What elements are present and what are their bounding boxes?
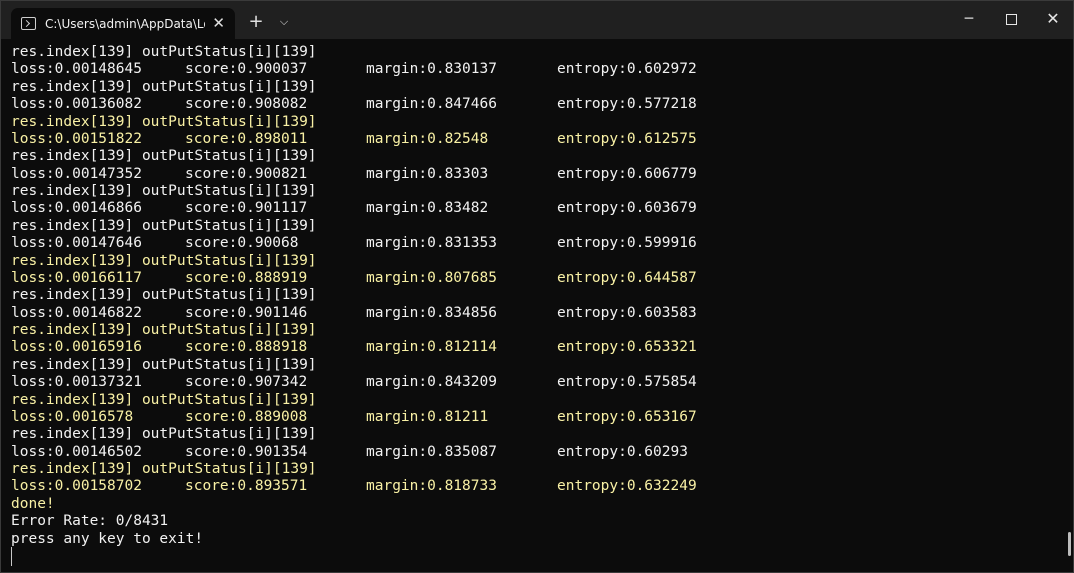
score-value: score:0.888918 [185,339,308,356]
loss-value: loss:0.00148645 [11,61,142,78]
score-value: score:0.900037 [185,61,308,78]
score-value: score:0.901117 [185,200,308,217]
score-value: score:0.901146 [185,304,308,321]
terminal-row: loss:0.00158702 score:0.893571 margin:0.81… [11,478,1063,495]
terminal-row: loss:0.00147646 score:0.90068 margin:0.831… [11,235,1063,252]
new-tab-button[interactable]: + [243,10,269,34]
loss-value: loss:0.0016578 [11,408,134,425]
text-cursor [11,547,12,566]
terminal-line: res.index[139] outPutStatus[i][139] [11,44,317,60]
terminal-row: loss:0.00146822 score:0.901146 margin:0.83… [11,305,1063,322]
terminal-output[interactable]: res.index[139] outPutStatus[i][139] loss:… [11,44,1063,554]
terminal-line: res.index[139] outPutStatus[i][139] [11,322,317,338]
margin-value: margin:0.83303 [366,165,489,182]
terminal-row: loss:0.00146866 score:0.901117 margin:0.83… [11,200,1063,217]
terminal-row: loss:0.0016578 score:0.889008 margin:0.812… [11,409,1063,426]
terminal-line: res.index[139] outPutStatus[i][139] [11,356,317,373]
title-bar[interactable]: C:\Users\admin\AppData\Loca ✕ + ⌵ ─ ✕ [1,1,1073,39]
score-value: score:0.889008 [185,408,308,425]
terminal-icon [21,17,36,30]
entropy-value: entropy:0.603679 [557,200,697,217]
entropy-value: entropy:0.60293 [557,443,688,460]
terminal-line: done! [11,495,55,512]
loss-value: loss:0.00147352 [11,165,142,182]
terminal-row: loss:0.00148645 score:0.900037 margin:0.83… [11,61,1063,78]
score-value: score:0.901354 [185,443,308,460]
margin-value: margin:0.847466 [366,96,497,113]
minimize-button[interactable]: ─ [947,1,991,37]
terminal-row: loss:0.00136082 score:0.908082 margin:0.84… [11,96,1063,113]
terminal-line: res.index[139] outPutStatus[i][139] [11,78,317,95]
margin-value: margin:0.81211 [366,408,489,425]
entropy-value: entropy:0.653321 [557,339,697,356]
maximize-button[interactable] [989,1,1033,37]
entropy-value: entropy:0.577218 [557,96,697,113]
loss-value: loss:0.00146822 [11,304,142,321]
entropy-value: entropy:0.632249 [557,478,697,495]
margin-value: margin:0.834856 [366,304,497,321]
margin-value: margin:0.830137 [366,61,497,78]
margin-value: margin:0.818733 [366,478,497,495]
margin-value: margin:0.82548 [366,130,489,147]
terminal-line: Error Rate: 0/8431 [11,513,169,530]
loss-value: loss:0.00151822 [11,130,142,147]
margin-value: margin:0.843209 [366,374,497,391]
loss-value: loss:0.00166117 [11,269,142,286]
terminal-line: res.index[139] outPutStatus[i][139] [11,461,317,477]
entropy-value: entropy:0.644587 [557,269,697,286]
terminal-line: res.index[139] outPutStatus[i][139] [11,252,317,269]
margin-value: margin:0.835087 [366,443,497,460]
scrollbar[interactable] [1068,532,1071,556]
entropy-value: entropy:0.653167 [557,408,697,425]
score-value: score:0.90068 [185,235,299,252]
terminal-tab[interactable]: C:\Users\admin\AppData\Loca ✕ [11,8,235,39]
terminal-row: loss:0.00166117 score:0.888919 margin:0.80… [11,270,1063,287]
terminal-row: loss:0.00147352 score:0.900821 margin:0.83… [11,166,1063,183]
score-value: score:0.898011 [185,130,308,147]
close-window-button[interactable]: ✕ [1031,1,1074,37]
terminal-row: loss:0.00146502 score:0.901354 margin:0.83… [11,444,1063,461]
margin-value: margin:0.83482 [366,200,489,217]
entropy-value: entropy:0.612575 [557,130,697,147]
loss-value: loss:0.00165916 [11,339,142,356]
terminal-line: res.index[139] outPutStatus[i][139] [11,113,317,130]
score-value: score:0.907342 [185,374,308,391]
margin-value: margin:0.807685 [366,269,497,286]
entropy-value: entropy:0.606779 [557,165,697,182]
terminal-row: loss:0.00137321 score:0.907342 margin:0.84… [11,374,1063,391]
terminal-line: res.index[139] outPutStatus[i][139] [11,217,317,234]
score-value: score:0.893571 [185,478,308,495]
terminal-row: loss:0.00165916 score:0.888918 margin:0.81… [11,339,1063,356]
chevron-down-icon[interactable]: ⌵ [271,10,297,34]
margin-value: margin:0.812114 [366,339,497,356]
entropy-value: entropy:0.602972 [557,61,697,78]
score-value: score:0.900821 [185,165,308,182]
entropy-value: entropy:0.599916 [557,235,697,252]
terminal-line: res.index[139] outPutStatus[i][139] [11,426,317,443]
loss-value: loss:0.00136082 [11,96,142,113]
loss-value: loss:0.00137321 [11,374,142,391]
margin-value: margin:0.831353 [366,235,497,252]
maximize-icon [1005,13,1017,25]
terminal-line: res.index[139] outPutStatus[i][139] [11,287,317,304]
terminal-line: res.index[139] outPutStatus[i][139] [11,391,317,408]
tab-title: C:\Users\admin\AppData\Loca [45,16,205,31]
score-value: score:0.908082 [185,96,308,113]
loss-value: loss:0.00158702 [11,478,142,495]
loss-value: loss:0.00146866 [11,200,142,217]
terminal-row: loss:0.00151822 score:0.898011 margin:0.82… [11,131,1063,148]
terminal-window: C:\Users\admin\AppData\Loca ✕ + ⌵ ─ ✕ re… [0,0,1074,573]
score-value: score:0.888919 [185,269,308,286]
loss-value: loss:0.00147646 [11,235,142,252]
terminal-line: press any key to exit! [11,530,204,547]
entropy-value: entropy:0.603583 [557,304,697,321]
terminal-line: res.index[139] outPutStatus[i][139] [11,183,317,199]
loss-value: loss:0.00146502 [11,443,142,460]
terminal-line: res.index[139] outPutStatus[i][139] [11,148,317,165]
close-tab-icon[interactable]: ✕ [212,14,225,32]
entropy-value: entropy:0.575854 [557,374,697,391]
